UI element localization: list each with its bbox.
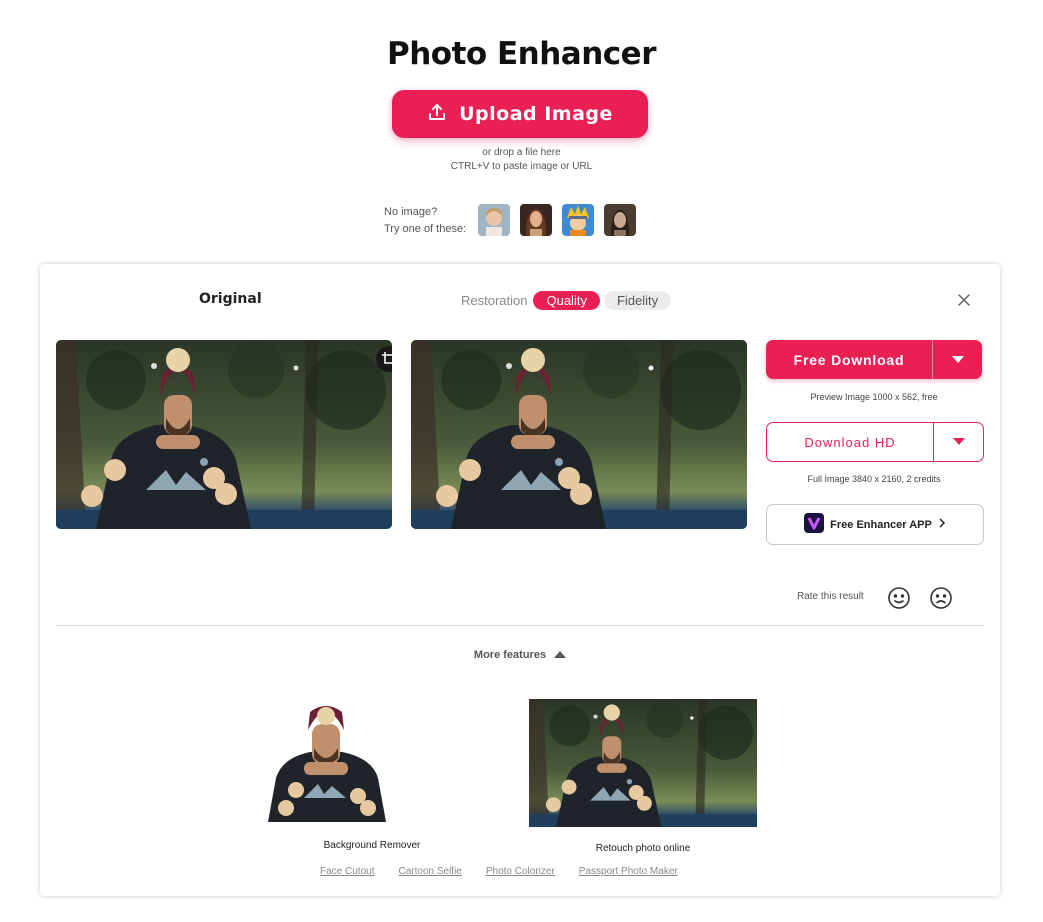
close-icon[interactable] (956, 292, 972, 308)
sample-image-child[interactable] (478, 204, 511, 236)
app-logo-icon (804, 513, 825, 536)
caret-down-icon (952, 438, 965, 445)
download-hd-dropdown[interactable] (933, 423, 983, 461)
page-title: Photo Enhancer (387, 36, 657, 72)
more-features-toggle[interactable]: More features (40, 649, 1000, 661)
caret-down-icon (951, 355, 964, 363)
enhancer-app-label: Free Enhancer APP (830, 518, 932, 531)
sample-images: No image? Try one of these: (384, 204, 637, 238)
upload-image-label: Upload Image (459, 103, 613, 125)
drop-hint: or drop a file here (482, 147, 561, 158)
sample-image-cartoon[interactable] (562, 204, 595, 236)
mode-fidelity-pill[interactable]: Fidelity (603, 291, 672, 310)
divider (56, 625, 984, 626)
result-panel: Original Restoration Quality Fidelity Fr… (40, 264, 1000, 896)
link-face-cutout[interactable]: Face Cutout (320, 866, 374, 877)
background-remover-preview[interactable] (264, 700, 390, 822)
free-download-button[interactable]: Free Download (766, 340, 982, 379)
link-photo-colorizer[interactable]: Photo Colorizer (486, 866, 555, 877)
download-hd-note: Full Image 3840 x 2160, 2 credits (807, 474, 941, 484)
enhancer-app-button[interactable]: Free Enhancer APP (766, 504, 984, 545)
samples-prompt-line1: No image? (384, 206, 438, 218)
samples-prompt: No image? Try one of these: (384, 204, 466, 238)
mode-quality-pill[interactable]: Quality (533, 291, 600, 310)
original-label: Original (199, 291, 262, 307)
feature-links: Face Cutout Cartoon Selfie Photo Coloriz… (320, 866, 678, 877)
free-download-label[interactable]: Free Download (766, 340, 932, 379)
download-hd-label[interactable]: Download HD (767, 423, 933, 461)
upload-icon (427, 102, 447, 127)
more-features-label: More features (473, 649, 547, 661)
caret-up-icon (554, 651, 567, 658)
download-hd-button[interactable]: Download HD (766, 422, 984, 462)
samples-prompt-line2: Try one of these: (384, 223, 467, 235)
retouch-caption[interactable]: Retouch photo online (543, 843, 743, 854)
paste-hint: CTRL+V to paste image or URL (450, 161, 593, 172)
restoration-mode-selector: Restoration Quality Fidelity (461, 291, 672, 310)
retouch-preview[interactable] (529, 699, 757, 827)
sample-image-woman[interactable] (520, 204, 553, 236)
smile-face-icon[interactable] (887, 586, 911, 610)
restoration-label: Restoration (461, 293, 528, 308)
upload-image-button[interactable]: Upload Image (392, 90, 648, 138)
original-image (56, 340, 392, 529)
background-remover-caption[interactable]: Background Remover (272, 840, 472, 851)
link-passport-photo-maker[interactable]: Passport Photo Maker (579, 866, 678, 877)
chevron-right-icon (938, 518, 946, 531)
sad-face-icon[interactable] (929, 586, 953, 610)
free-download-note: Preview Image 1000 x 562, free (810, 392, 938, 402)
free-download-dropdown[interactable] (932, 340, 982, 379)
link-cartoon-selfie[interactable]: Cartoon Selfie (398, 866, 461, 877)
sample-image-vintage[interactable] (604, 204, 637, 236)
rate-label: Rate this result (797, 591, 864, 602)
enhanced-image (411, 340, 747, 529)
